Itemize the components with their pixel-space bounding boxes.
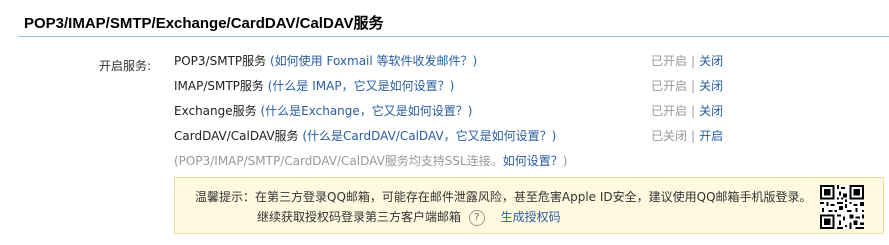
tip-text-2: 继续获取授权码登录第三方客户端邮箱 ? 生成授权码	[257, 209, 561, 226]
toggle-carddav-button[interactable]: 开启	[699, 129, 723, 143]
service-status-exchange: 已开启 | 关闭	[651, 104, 724, 118]
tip-text: 温馨提示：在第三方登录QQ邮箱，可能存在邮件泄露风险，甚至危害Apple ID安…	[195, 190, 812, 204]
service-help[interactable]: (什么是Exchange，它又是如何设置？)	[260, 104, 472, 118]
status-text: 已开启	[651, 54, 688, 68]
service-name: POP3/SMTP服务	[174, 54, 267, 68]
service-name: Exchange服务	[174, 104, 257, 118]
status-text: 已开启	[651, 79, 688, 93]
help-circle-icon[interactable]: ?	[468, 209, 485, 226]
enable-services-label: 开启服务:	[99, 59, 152, 73]
qr-code-icon	[820, 185, 864, 229]
status-text: 已开启	[651, 104, 688, 118]
service-status-pop3: 已开启 | 关闭	[651, 54, 724, 68]
service-row-pop3: POP3/SMTP服务 (如何使用 Foxmail 等软件收发邮件？)	[174, 52, 477, 70]
service-row-carddav: CardDAV/CalDAV服务 (什么是CardDAV/CalDAV，它又是如…	[174, 127, 556, 145]
toggle-pop3-button[interactable]: 关闭	[699, 54, 723, 68]
service-row-exchange: Exchange服务 (什么是Exchange，它又是如何设置？)	[174, 102, 472, 120]
section-title: POP3/IMAP/SMTP/Exchange/CardDAV/CalDAV服务	[24, 15, 384, 32]
service-name: CardDAV/CalDAV服务	[174, 129, 299, 143]
service-help[interactable]: (什么是CardDAV/CalDAV，它又是如何设置？)	[302, 129, 556, 143]
service-status-carddav: 已关闭 | 开启	[651, 129, 724, 143]
service-help[interactable]: (如何使用 Foxmail 等软件收发邮件？)	[270, 54, 477, 68]
tip-box: 温馨提示：在第三方登录QQ邮箱，可能存在邮件泄露风险，甚至危害Apple ID安…	[174, 177, 884, 234]
generate-auth-code-link[interactable]: 生成授权码	[501, 210, 561, 224]
toggle-imap-button[interactable]: 关闭	[699, 79, 723, 93]
ssl-howto-link[interactable]: 如何设置？	[503, 154, 563, 168]
ssl-note: (POP3/IMAP/SMTP/CardDAV/CalDAV服务均支持SSL连接…	[174, 154, 568, 168]
service-name: IMAP/SMTP服务	[174, 79, 264, 93]
service-row-imap: IMAP/SMTP服务 (什么是 IMAP，它又是如何设置？)	[174, 77, 454, 95]
service-status-imap: 已开启 | 关闭	[651, 79, 724, 93]
title-divider	[18, 36, 889, 37]
toggle-exchange-button[interactable]: 关闭	[699, 104, 723, 118]
service-help[interactable]: (什么是 IMAP，它又是如何设置？)	[268, 79, 455, 93]
status-text: 已关闭	[651, 129, 688, 143]
